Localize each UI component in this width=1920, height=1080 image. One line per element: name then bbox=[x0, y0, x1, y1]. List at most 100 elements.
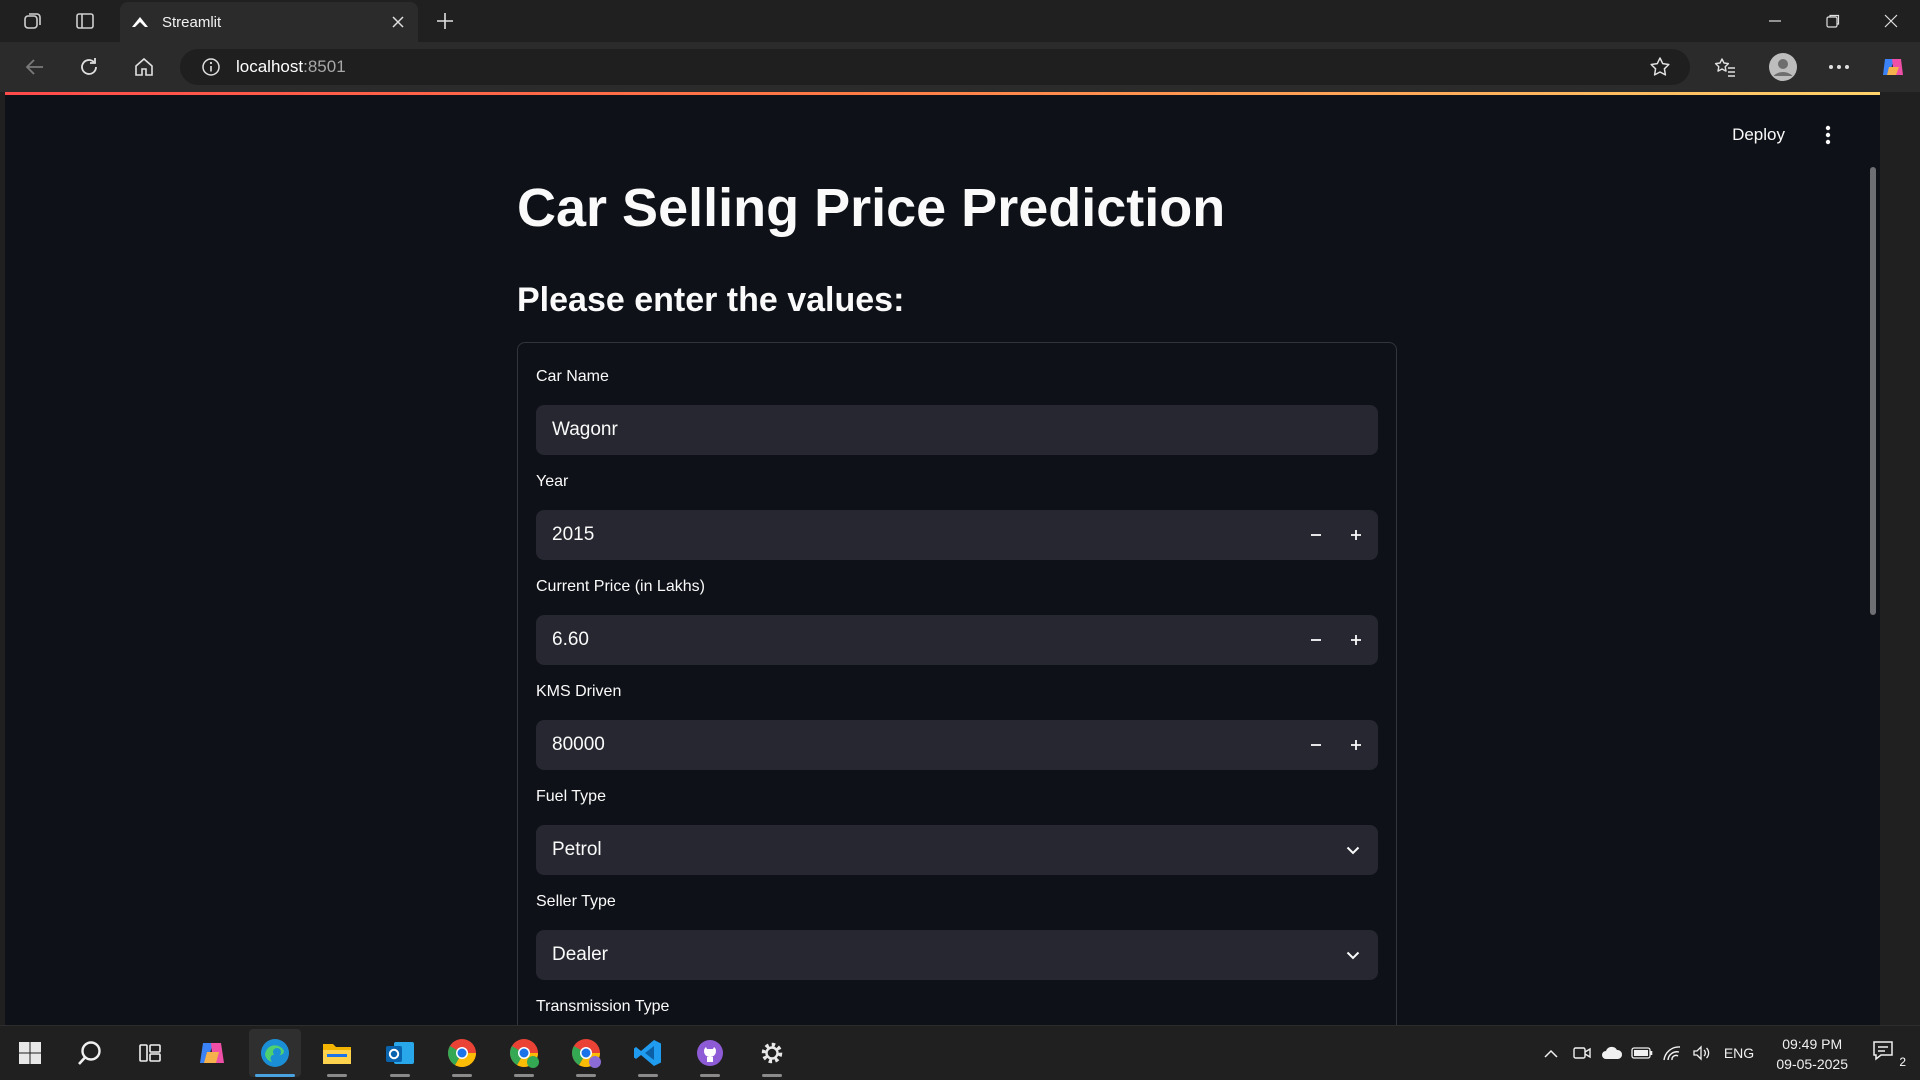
back-arrow-icon[interactable] bbox=[18, 52, 52, 82]
wifi-icon[interactable] bbox=[1660, 1040, 1684, 1066]
plus-icon bbox=[1351, 740, 1361, 750]
home-icon[interactable] bbox=[127, 52, 161, 82]
copilot-icon[interactable] bbox=[1876, 50, 1910, 84]
current-price-decrement-button[interactable] bbox=[1296, 615, 1336, 665]
current-price-field: Current Price (in Lakhs) 6.60 bbox=[536, 578, 1378, 665]
task-view-icon[interactable] bbox=[124, 1029, 176, 1077]
minimize-icon[interactable] bbox=[1746, 0, 1804, 42]
chevron-down-icon[interactable] bbox=[1328, 825, 1378, 875]
kms-driven-input[interactable]: 80000 bbox=[536, 720, 1378, 770]
browser-tab-bar: Streamlit bbox=[0, 0, 1920, 42]
profile-avatar-icon[interactable] bbox=[1766, 50, 1800, 84]
clock-time: 09:49 PM bbox=[1782, 1036, 1843, 1052]
favorites-icon[interactable] bbox=[1708, 50, 1742, 84]
url-text[interactable]: localhost:8501 bbox=[236, 57, 346, 77]
year-value[interactable]: 2015 bbox=[552, 524, 1296, 546]
minus-icon bbox=[1311, 639, 1321, 641]
kms-driven-field: KMS Driven 80000 bbox=[536, 683, 1378, 770]
current-price-input[interactable]: 6.60 bbox=[536, 615, 1378, 665]
restore-icon[interactable] bbox=[1804, 0, 1862, 42]
fuel-type-field: Fuel Type Petrol bbox=[536, 788, 1378, 875]
settings-icon[interactable] bbox=[746, 1029, 798, 1077]
windows-taskbar: ENG 09:49 PM 09-05-2025 2 bbox=[0, 1025, 1920, 1080]
search-icon[interactable] bbox=[64, 1029, 116, 1077]
start-icon[interactable] bbox=[4, 1029, 56, 1077]
address-bar[interactable]: localhost:8501 bbox=[180, 49, 1690, 85]
car-name-input[interactable]: Wagonr bbox=[536, 405, 1378, 455]
kms-driven-increment-button[interactable] bbox=[1336, 720, 1376, 770]
main-menu-icon[interactable] bbox=[1818, 123, 1838, 147]
notifications-icon[interactable]: 2 bbox=[1872, 1039, 1906, 1069]
transmission-type-label: Transmission Type bbox=[536, 998, 670, 1015]
input-language[interactable]: ENG bbox=[1722, 1040, 1756, 1066]
favorite-star-icon[interactable] bbox=[1648, 55, 1672, 79]
site-info-icon[interactable] bbox=[200, 56, 222, 78]
kms-driven-decrement-button[interactable] bbox=[1296, 720, 1336, 770]
edge-taskbar-icon[interactable] bbox=[249, 1029, 301, 1077]
chrome-profile-g-icon[interactable] bbox=[498, 1029, 550, 1077]
form-subtitle: Please enter the values: bbox=[517, 281, 905, 319]
minus-icon bbox=[1311, 534, 1321, 536]
close-window-icon[interactable] bbox=[1862, 0, 1920, 42]
file-explorer-icon[interactable] bbox=[311, 1029, 363, 1077]
chrome-icon[interactable] bbox=[436, 1029, 488, 1077]
minus-icon bbox=[1311, 744, 1321, 746]
current-price-value[interactable]: 6.60 bbox=[552, 629, 1296, 651]
battery-icon[interactable] bbox=[1630, 1040, 1654, 1066]
running-indicator bbox=[327, 1074, 347, 1077]
tab-actions-icon[interactable] bbox=[70, 8, 100, 34]
system-clock[interactable]: 09:49 PM 09-05-2025 bbox=[1776, 1034, 1848, 1074]
chevron-down-icon[interactable] bbox=[1328, 930, 1378, 980]
meet-camera-icon[interactable] bbox=[1570, 1040, 1594, 1066]
tab-streamlit[interactable]: Streamlit bbox=[120, 2, 418, 42]
fuel-type-label: Fuel Type bbox=[536, 788, 606, 805]
running-indicator bbox=[452, 1074, 472, 1077]
volume-icon[interactable] bbox=[1690, 1040, 1714, 1066]
year-input[interactable]: 2015 bbox=[536, 510, 1378, 560]
seller-type-select[interactable]: Dealer bbox=[536, 930, 1378, 980]
running-indicator bbox=[700, 1074, 720, 1077]
outlook-icon[interactable] bbox=[374, 1029, 426, 1077]
github-desktop-icon[interactable] bbox=[684, 1029, 736, 1077]
kms-driven-label: KMS Driven bbox=[536, 683, 622, 700]
close-tab-icon[interactable] bbox=[384, 8, 412, 36]
running-indicator bbox=[576, 1074, 596, 1077]
clock-date: 09-05-2025 bbox=[1776, 1056, 1848, 1072]
plus-icon bbox=[1351, 530, 1361, 540]
show-hidden-icons-chevron-icon[interactable] bbox=[1540, 1040, 1562, 1066]
language-label: ENG bbox=[1723, 1045, 1755, 1061]
current-price-increment-button[interactable] bbox=[1336, 615, 1376, 665]
copilot-app-icon[interactable] bbox=[186, 1029, 238, 1077]
year-decrement-button[interactable] bbox=[1296, 510, 1336, 560]
input-form: Car Name Wagonr Year 2015 Current Price … bbox=[517, 342, 1397, 1025]
workspaces-icon[interactable] bbox=[18, 8, 48, 34]
onedrive-cloud-icon[interactable] bbox=[1600, 1040, 1624, 1066]
year-increment-button[interactable] bbox=[1336, 510, 1376, 560]
page-scrollbar[interactable] bbox=[1870, 167, 1876, 615]
seller-type-value[interactable]: Dealer bbox=[552, 944, 1328, 966]
more-options-icon[interactable] bbox=[1822, 50, 1856, 84]
url-host: localhost bbox=[236, 57, 304, 76]
vscode-icon[interactable] bbox=[622, 1029, 674, 1077]
fuel-type-value[interactable]: Petrol bbox=[552, 839, 1328, 861]
new-tab-icon[interactable] bbox=[430, 7, 460, 35]
current-price-label: Current Price (in Lakhs) bbox=[536, 578, 705, 595]
deploy-button[interactable]: Deploy bbox=[1732, 125, 1785, 145]
plus-icon bbox=[1351, 635, 1361, 645]
running-indicator bbox=[390, 1074, 410, 1077]
year-field: Year 2015 bbox=[536, 473, 1378, 560]
chrome-profile-r-icon[interactable] bbox=[560, 1029, 612, 1077]
refresh-icon[interactable] bbox=[72, 52, 106, 82]
tab-title: Streamlit bbox=[162, 13, 222, 31]
car-name-field: Car Name Wagonr bbox=[536, 368, 1378, 455]
seller-type-field: Seller Type Dealer bbox=[536, 893, 1378, 980]
fuel-type-select[interactable]: Petrol bbox=[536, 825, 1378, 875]
seller-type-label: Seller Type bbox=[536, 893, 616, 910]
browser-toolbar: localhost:8501 bbox=[0, 42, 1920, 92]
page-title: Car Selling Price Prediction bbox=[517, 178, 1226, 238]
transmission-type-field: Transmission Type bbox=[536, 998, 1378, 1020]
kms-driven-value[interactable]: 80000 bbox=[552, 734, 1296, 756]
running-indicator bbox=[638, 1074, 658, 1077]
url-port: :8501 bbox=[303, 57, 346, 76]
car-name-value[interactable]: Wagonr bbox=[552, 419, 1378, 441]
